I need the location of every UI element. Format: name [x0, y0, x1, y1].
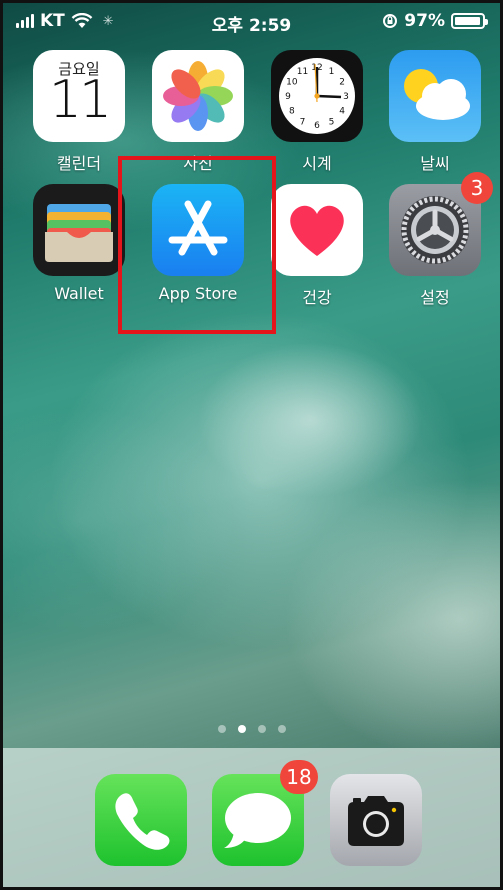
- highlight-box: [118, 156, 276, 334]
- page-dot[interactable]: [257, 725, 266, 733]
- battery-level-fill: [455, 17, 480, 25]
- app-label-calendar: 캘린더: [56, 154, 102, 173]
- dock-app-messages[interactable]: 18: [208, 760, 318, 866]
- camera-icon: [330, 774, 422, 866]
- page-dot[interactable]: [277, 725, 286, 733]
- settings-badge: 3: [461, 172, 493, 204]
- page-dot[interactable]: [217, 725, 226, 733]
- app-settings[interactable]: 3 설정: [385, 172, 493, 308]
- app-label-health: 건강: [302, 288, 332, 307]
- messages-badge: 18: [280, 760, 318, 794]
- battery-icon: [451, 13, 488, 29]
- clock-numeral: 2: [339, 78, 345, 88]
- clock-numeral: 9: [285, 92, 291, 102]
- heart-icon: [290, 205, 344, 256]
- app-label-wallet: Wallet: [54, 284, 104, 303]
- clock-numeral: 4: [339, 107, 345, 117]
- clock-numeral: 11: [297, 67, 308, 77]
- app-label-settings: 설정: [420, 288, 450, 307]
- rotation-lock-icon: [383, 14, 398, 28]
- app-clock[interactable]: 121234567891011 시계: [267, 50, 367, 174]
- app-weather[interactable]: 날씨: [385, 50, 485, 174]
- clock-icon: 121234567891011: [271, 50, 363, 142]
- battery-percent: 97%: [404, 11, 445, 31]
- clock-numeral: 10: [286, 78, 298, 88]
- app-label-clock: 시계: [302, 154, 332, 173]
- clock-numeral: 1: [329, 67, 335, 77]
- dock-app-phone[interactable]: [91, 774, 191, 866]
- phone-icon: [95, 774, 187, 866]
- weather-icon: [389, 50, 481, 142]
- clock-face: 121234567891011: [279, 58, 355, 134]
- photos-icon: [152, 50, 244, 142]
- wallet-icon: [33, 184, 125, 276]
- clock-numeral: 5: [329, 117, 335, 127]
- page-dot[interactable]: [237, 725, 246, 733]
- page-indicator[interactable]: [0, 725, 503, 733]
- clock-numeral: 8: [289, 107, 295, 117]
- calendar-icon: 금요일 11: [33, 50, 125, 142]
- app-calendar[interactable]: 금요일 11 캘린더: [29, 50, 129, 174]
- calendar-day: 11: [48, 70, 112, 130]
- dock: 18: [0, 748, 503, 890]
- clock-numeral: 6: [314, 121, 320, 131]
- app-label-weather: 날씨: [420, 154, 450, 173]
- app-health[interactable]: 건강: [267, 184, 367, 308]
- clock-numeral: 3: [343, 92, 349, 102]
- clock-numeral: 7: [300, 117, 306, 127]
- status-right: 97%: [382, 11, 488, 31]
- health-icon: [271, 184, 363, 276]
- app-wallet[interactable]: Wallet: [29, 184, 129, 303]
- status-bar: KT ✳ 오후 2:59 97%: [0, 6, 503, 36]
- dock-app-camera[interactable]: [326, 774, 426, 866]
